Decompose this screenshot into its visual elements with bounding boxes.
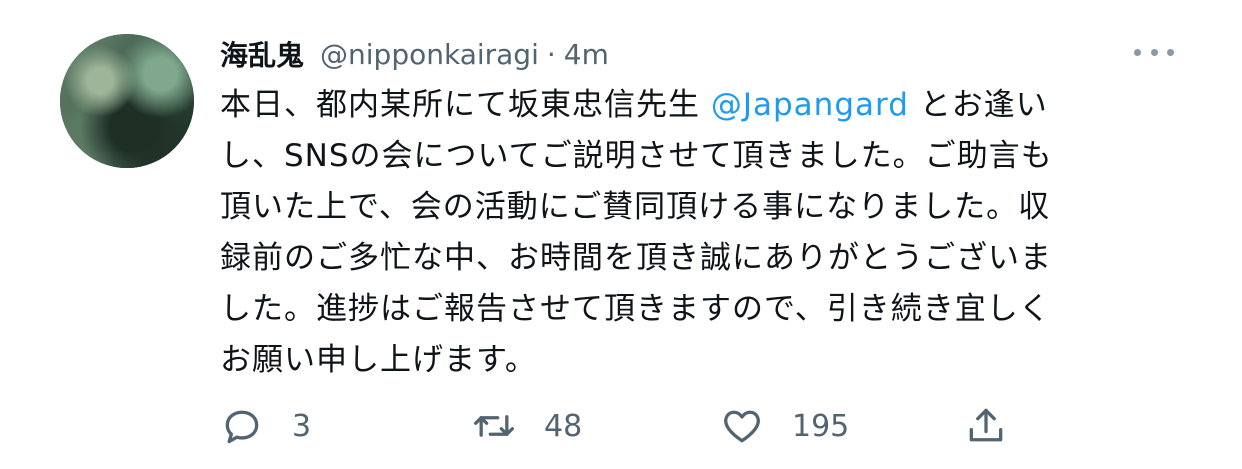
like-count: 195 xyxy=(792,408,850,444)
like-button[interactable]: 195 xyxy=(720,398,849,454)
user-handle[interactable]: @nipponkairagi xyxy=(320,38,539,71)
avatar[interactable] xyxy=(60,34,194,168)
reply-icon xyxy=(225,410,259,444)
tweet-line-5: した。進捗はご報告させて頂きますので、引き続き宜しく xyxy=(220,291,1051,327)
heart-icon xyxy=(724,410,760,443)
more-dots-icon[interactable] xyxy=(1134,42,1174,62)
share-icon xyxy=(969,408,1003,442)
timestamp[interactable]: 4m xyxy=(564,38,609,71)
tweet-line-2: し、SNSの会についてご説明させて頂きました。ご助言も xyxy=(220,138,1053,174)
display-name[interactable]: 海乱鬼 xyxy=(220,34,304,74)
retweet-count: 48 xyxy=(544,408,583,444)
retweet-icon xyxy=(474,415,514,437)
retweet-button[interactable]: 48 xyxy=(472,398,582,454)
reply-count: 3 xyxy=(292,408,312,444)
tweet-line-1: 本日、都内某所にて坂東忠信先生 @Japangard とお逢い xyxy=(220,80,1180,131)
tweet-line-4: 録前のご多忙な中、お時間を頂き誠にありがとうございま xyxy=(220,240,1052,276)
share-button[interactable] xyxy=(964,398,1008,454)
tweet-header: 海乱鬼 @nipponkairagi · 4m xyxy=(220,32,609,76)
tweet-text-segment: 本日、都内某所にて坂東忠信先生 xyxy=(220,87,711,123)
tweet-line-6: お願い申し上げます。 xyxy=(220,342,537,378)
tweet-text-segment: とお逢い xyxy=(908,87,1048,123)
mention-link[interactable]: @Japangard xyxy=(711,87,909,123)
action-bar: 3 48 195 xyxy=(220,398,1040,454)
tweet-line-3: 頂いた上で、会の活動にご賛同頂ける事になりました。収 xyxy=(220,189,1051,225)
tweet-text: 本日、都内某所にて坂東忠信先生 @Japangard とお逢い し、SNSの会に… xyxy=(220,80,1180,386)
reply-button[interactable]: 3 xyxy=(220,398,311,454)
separator-dot: · xyxy=(546,37,556,71)
